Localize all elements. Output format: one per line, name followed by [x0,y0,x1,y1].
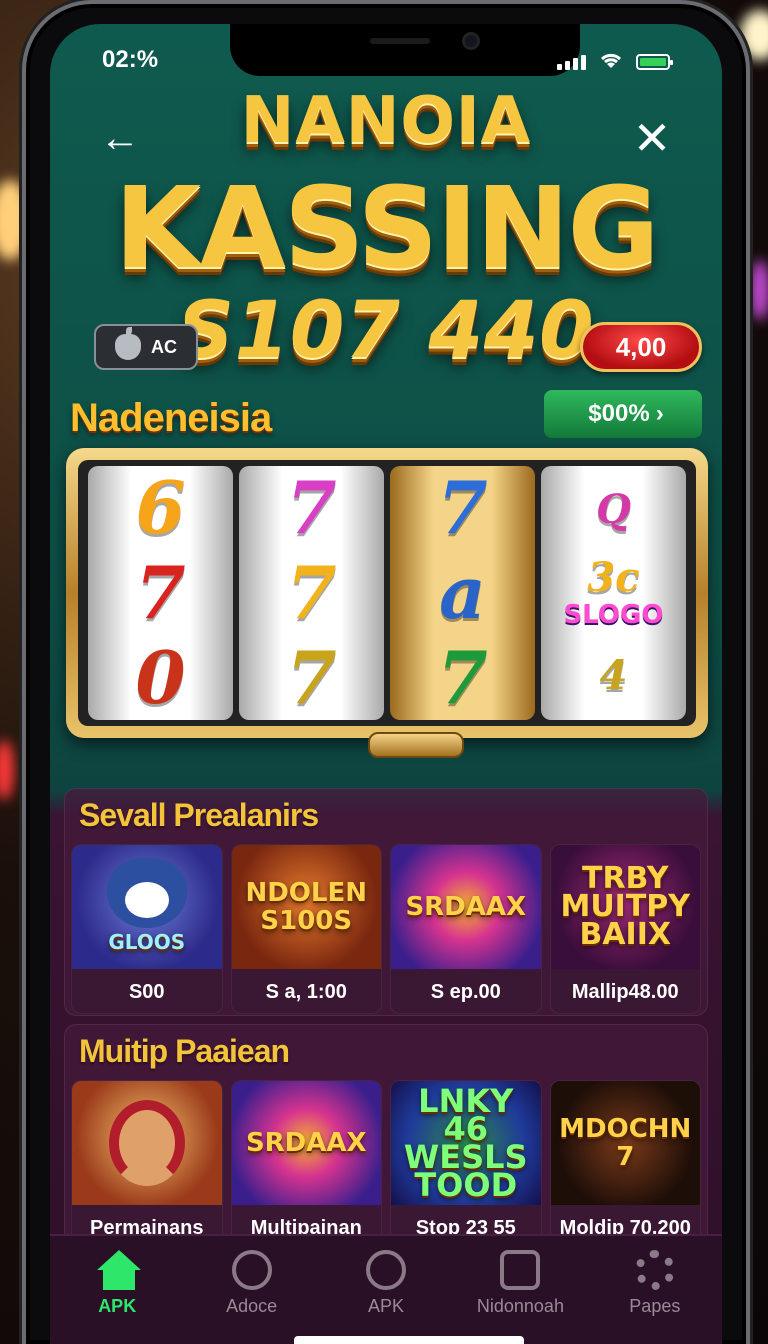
reel-symbol: 7 [437,466,488,551]
slot-reel: 7 a 7 [390,466,535,720]
reel-symbol: 0 [135,634,186,720]
game-thumbnail: GLOOS [72,845,222,969]
apple-store-button[interactable]: AC [94,324,198,370]
bottom-tab-bar: APK Adoce APK Nidonnoah Papes [50,1234,722,1344]
section-featured: Sevall Prealanirs GLOOS S00 NDOLEN S100S… [64,788,708,1016]
tab-papes[interactable]: Papes [588,1236,722,1344]
home-icon [97,1250,142,1290]
tab-nidonnoah[interactable]: Nidonnoah [453,1236,587,1344]
notch [230,24,580,76]
apple-icon [115,327,141,360]
game-thumbnail: TRBY MUITPY BAIIX [550,845,700,969]
spin-handle[interactable] [368,732,464,758]
home-indicator [294,1336,524,1344]
card-row: GLOOS S00 NDOLEN S100S S a, 1:00 SRDAAX … [71,844,701,1014]
game-thumbnail [72,1081,222,1205]
tab-label: Papes [629,1296,681,1316]
tab-label: APK [368,1296,405,1316]
bonus-button[interactable]: $00% › [544,390,702,438]
back-arrow-icon[interactable]: ← [100,118,144,158]
bonus-button-label: $00% [588,400,650,427]
game-thumbnail: NDOLEN S100S [231,845,381,969]
tab-label: APK [98,1296,137,1316]
slogo-logo: SLOGO [563,600,664,630]
bokeh-light [0,740,14,800]
game-card[interactable]: SRDAAX S ep.00 [390,844,542,1014]
reel-symbol: Q [596,486,631,533]
game-caption: S a, 1:00 [265,981,347,1003]
chevron-right-icon: › [655,400,664,427]
reel-symbol: 7 [286,549,337,635]
signal-icon [557,55,586,70]
reel-symbol: 6 [135,466,186,551]
brand-name: Nadeneisia [70,396,272,440]
camera [462,32,480,50]
battery-icon [636,54,673,70]
game-card[interactable]: SRDAAX Multipainan [230,1080,382,1250]
slot-reel: 7 7 7 [239,466,384,720]
tab-label: Nidonnoah [476,1296,564,1316]
reel-symbol: 3c [587,554,640,601]
phone-frame: 02:% ← ✕ NANOIA KASSING S107 440 AC 4,00… [22,0,750,1344]
game-card[interactable]: LNKY 46 WESLS TOOD Stop 23 55 [390,1080,542,1250]
title-line-1: NANOIA [240,84,532,158]
close-icon[interactable]: ✕ [632,115,672,161]
game-card[interactable]: NDOLEN S100S S a, 1:00 [230,844,382,1014]
game-card[interactable]: Permainans [71,1080,223,1250]
game-thumbnail: LNKY 46 WESLS TOOD [391,1081,541,1205]
game-thumbnail: SRDAAX [391,845,541,969]
reel-symbol: 7 [286,466,337,551]
reel-symbol: a [439,549,486,635]
box-icon [500,1250,541,1290]
section-title: Muitip Paaiean [79,1033,290,1069]
circle-icon [366,1250,407,1290]
game-card[interactable]: GLOOS S00 [71,844,223,1014]
app-screen: 02:% ← ✕ NANOIA KASSING S107 440 AC 4,00… [50,24,722,1344]
title-line-2: KASSING [114,164,659,294]
thumb-text: GLOOS [108,930,186,954]
slot-machine[interactable]: 6 7 0 7 7 7 7 a 7 Q 3c SLOGO 4 [66,448,708,738]
credits-badge[interactable]: 4,00 [580,322,702,372]
game-thumbnail: MDOCHN 7 [550,1081,700,1205]
game-caption: S ep.00 [430,981,501,1003]
slot-reels: 6 7 0 7 7 7 7 a 7 Q 3c SLOGO 4 [78,460,696,726]
wolf-mascot-icon [106,858,187,928]
game-card[interactable]: MDOCHN 7 Moldjp 70.200 [549,1080,701,1250]
card-row: Permainans SRDAAX Multipainan LNKY 46 WE… [71,1080,701,1250]
apple-button-label: AC [151,336,177,357]
status-time: 02:% [102,46,159,73]
tab-apk[interactable]: APK [319,1236,453,1344]
tab-label: Adoce [226,1296,278,1316]
reel-symbol: 7 [286,634,337,720]
bokeh-light [750,260,768,320]
tab-apk-home[interactable]: APK [50,1236,184,1344]
gear-icon [634,1250,675,1290]
game-caption: Mallip48.00 [571,981,679,1003]
game-card[interactable]: TRBY MUITPY BAIIX Mallip48.00 [549,844,701,1014]
reel-symbol-group: 3c SLOGO [563,554,664,631]
section-title: Sevall Prealanirs [79,797,319,833]
reel-symbol: 4 [599,652,628,699]
wifi-icon [600,53,622,68]
character-avatar-icon [108,1100,185,1186]
tab-adoce[interactable]: Adoce [184,1236,318,1344]
slot-reel: 6 7 0 [88,466,233,720]
reel-symbol: 7 [437,634,488,720]
status-icons [557,50,673,70]
reel-symbol: 7 [135,549,186,635]
target-icon [231,1250,272,1290]
slot-reel: Q 3c SLOGO 4 [541,466,686,720]
game-caption: S00 [128,981,165,1003]
speaker [370,38,430,44]
section-multiplayer: Muitip Paaiean Permainans SRDAAX Multipa… [64,1024,708,1250]
game-thumbnail: SRDAAX [231,1081,381,1205]
